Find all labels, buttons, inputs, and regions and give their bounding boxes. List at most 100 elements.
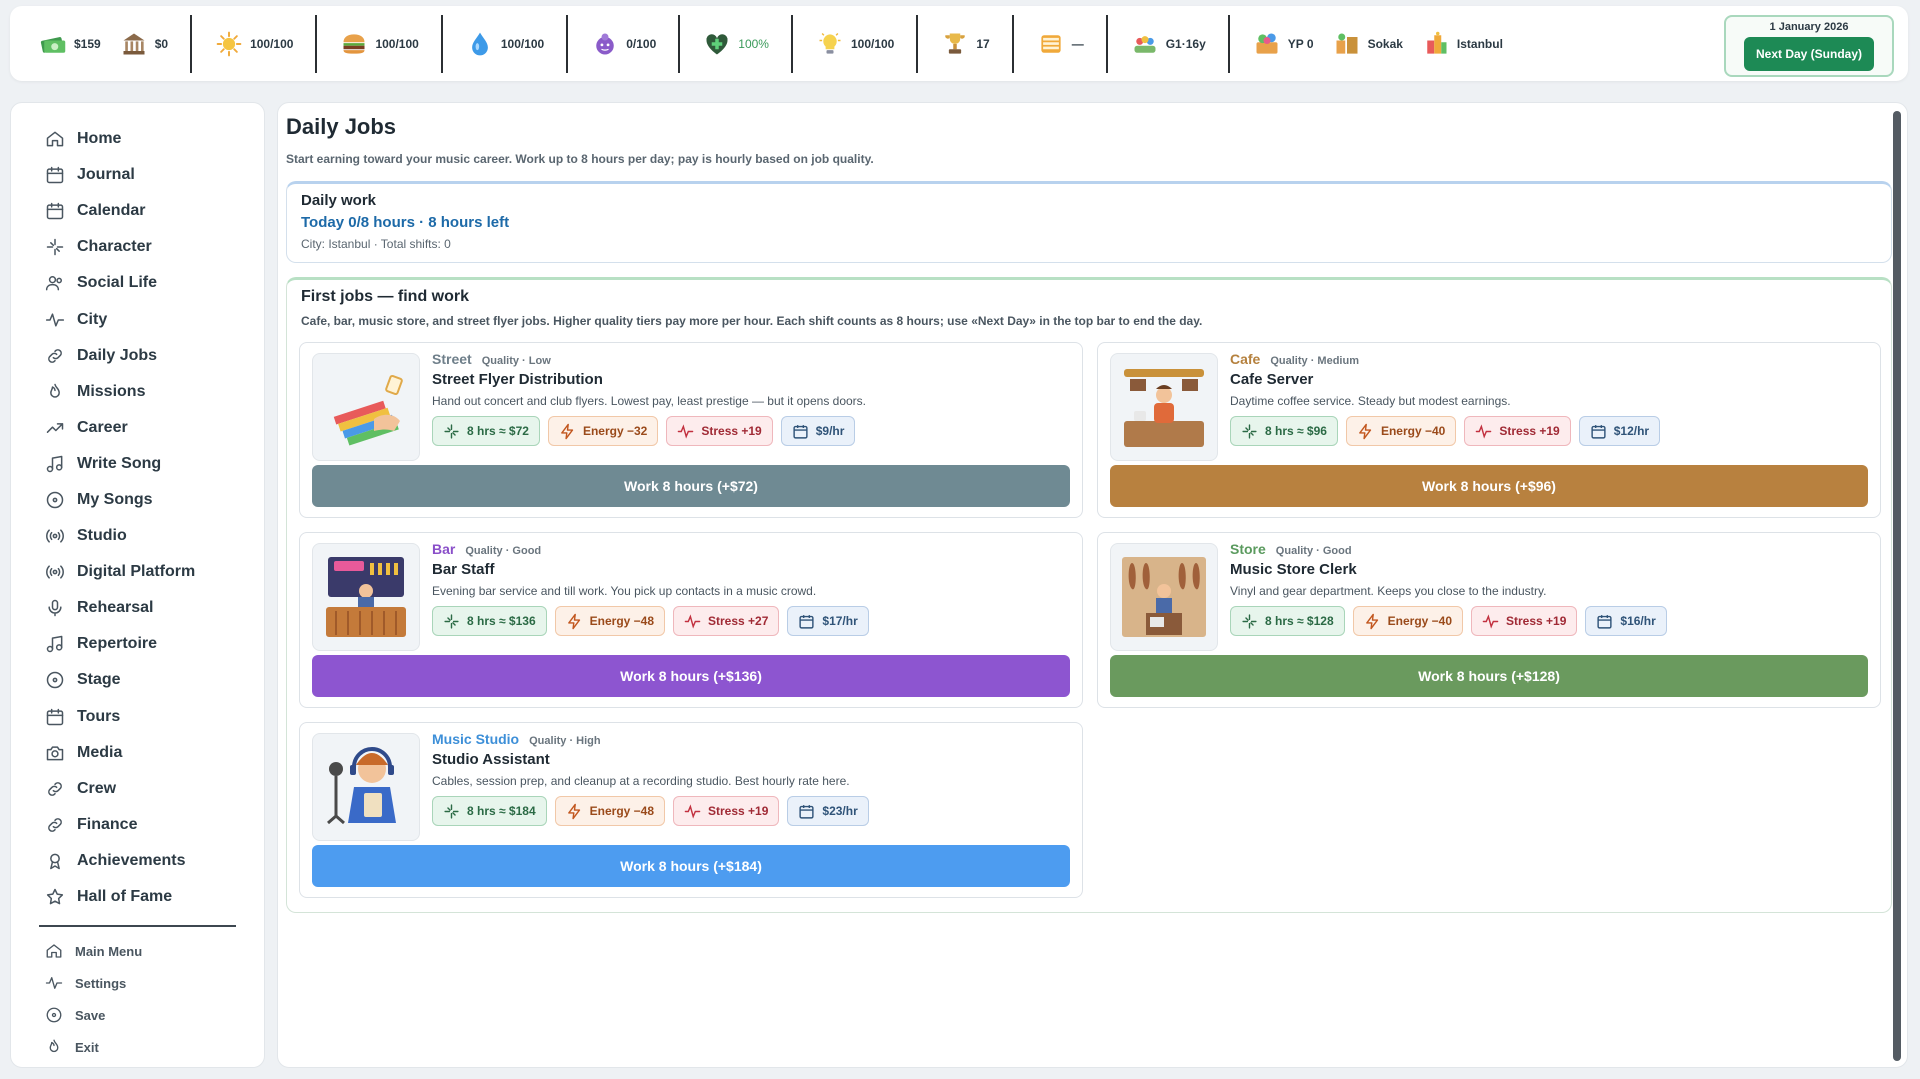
sidebar-item-repertoire[interactable]: Repertoire [25, 626, 250, 662]
scrollbar[interactable] [1893, 111, 1901, 1061]
city-icon [1421, 29, 1451, 59]
jobs-panel: First jobs — find work Cafe, bar, music … [286, 277, 1892, 913]
sidebar-item-tours[interactable]: Tours [25, 699, 250, 735]
rate-value: $9/hr [815, 424, 845, 438]
street-stat: Sokak [1332, 29, 1403, 59]
energy-value: Energy −40 [1387, 614, 1453, 628]
yp-stat: YP 0 [1252, 29, 1314, 59]
stat-value: G1·16y [1165, 36, 1206, 51]
daily-hours-status: Today 0/8 hours · 8 hours left [301, 214, 510, 231]
work-button[interactable]: Work 8 hours (+$128) [1110, 655, 1868, 697]
job-title: Cafe Server [1230, 371, 1314, 388]
sidebar-divider [39, 925, 236, 928]
rate-chip: $9/hr [780, 416, 856, 446]
job-title: Street Flyer Distribution [432, 371, 603, 388]
water-stat: 100/100 [465, 29, 544, 59]
stat-group: 100/100 [317, 14, 443, 73]
mic-icon [45, 598, 65, 618]
health-icon [702, 29, 732, 59]
food-icon [339, 29, 369, 59]
bolt-icon [1357, 423, 1374, 440]
work-button[interactable]: Work 8 hours (+$72) [312, 465, 1070, 507]
music-icon [45, 454, 65, 474]
sidebar-item-journal[interactable]: Journal [25, 157, 250, 193]
sidebar-item-main-menu[interactable]: Main Menu [25, 935, 250, 967]
sidebar-item-label: Main Menu [75, 943, 143, 959]
energy-chip: Energy −48 [554, 796, 666, 826]
sidebar-item-label: Write Song [77, 454, 162, 472]
current-date: 1 January 2026 [1769, 21, 1849, 33]
sidebar-item-stage[interactable]: Stage [25, 662, 250, 698]
energy-value: Energy −40 [1380, 424, 1446, 438]
rate-chip: $16/hr [1585, 606, 1667, 636]
sidebar-item-digital-platform[interactable]: Digital Platform [25, 554, 250, 590]
pulse-icon [684, 803, 701, 820]
sidebar-item-write-song[interactable]: Write Song [25, 446, 250, 482]
energy-chip: Energy −40 [1345, 416, 1457, 446]
sidebar-item-city[interactable]: City [25, 301, 250, 337]
sidebar-item-crew[interactable]: Crew [25, 771, 250, 807]
sidebar-item-calendar[interactable]: Calendar [25, 193, 250, 229]
sidebar-item-label: Social Life [77, 274, 158, 292]
job-quality: Quality · High [529, 735, 601, 747]
work-button[interactable]: Work 8 hours (+$136) [312, 655, 1070, 697]
next-day-button[interactable]: Next Day (Sunday) [1744, 37, 1874, 71]
sidebar-item-daily-jobs[interactable]: Daily Jobs [25, 338, 250, 374]
work-button[interactable]: Work 8 hours (+$184) [312, 845, 1070, 887]
yp-icon [1252, 29, 1282, 59]
sparkle-icon [1241, 613, 1258, 630]
page-title: Daily Jobs [286, 114, 397, 139]
sidebar-item-label: Rehearsal [77, 599, 154, 617]
sidebar-item-label: Daily Jobs [77, 346, 158, 364]
sidebar-item-settings[interactable]: Settings [25, 967, 250, 999]
sidebar-item-studio[interactable]: Studio [25, 518, 250, 554]
job-description: Vinyl and gear department. Keeps you clo… [1230, 584, 1547, 598]
sidebar-item-finance[interactable]: Finance [25, 807, 250, 843]
stat-group: — [1014, 14, 1108, 73]
fame-stat: 17 [940, 29, 990, 59]
sidebar-item-rehearsal[interactable]: Rehearsal [25, 590, 250, 626]
sidebar-item-label: Crew [77, 779, 117, 797]
job-description: Evening bar service and till work. You p… [432, 584, 817, 598]
energy-chip: Energy −32 [547, 416, 659, 446]
pay-value: 8 hrs ≈ $128 [1265, 614, 1334, 628]
stress-chip: Stress +27 [673, 606, 780, 636]
jobs-section-title: First jobs — find work [301, 288, 470, 305]
sidebar-item-label: Missions [77, 382, 146, 400]
group-icon [1130, 29, 1160, 59]
stat-value: — [1071, 36, 1084, 51]
sidebar-item-media[interactable]: Media [25, 735, 250, 771]
job-quality: Quality · Good [465, 545, 542, 557]
album-stat: — [1036, 29, 1084, 59]
job-card-flyer: Street Quality · Low Street Flyer Distri… [299, 342, 1083, 518]
sidebar-item-my-songs[interactable]: My Songs [25, 482, 250, 518]
link-icon [45, 346, 65, 366]
job-title: Bar Staff [432, 561, 495, 578]
job-title: Studio Assistant [432, 751, 550, 768]
job-quality: Quality · Low [481, 355, 551, 367]
sidebar-item-exit[interactable]: Exit [25, 1031, 250, 1063]
sidebar-item-missions[interactable]: Missions [25, 374, 250, 410]
energy-stat: 100/100 [214, 29, 293, 59]
sidebar-item-label: Finance [77, 815, 138, 833]
sidebar-item-label: Calendar [77, 202, 146, 220]
job-thumbnail [312, 353, 420, 461]
stress-icon [590, 29, 620, 59]
sidebar-item-save[interactable]: Save [25, 999, 250, 1031]
sidebar-item-career[interactable]: Career [25, 410, 250, 446]
work-button[interactable]: Work 8 hours (+$96) [1110, 465, 1868, 507]
bolt-icon [566, 613, 583, 630]
sidebar-item-label: Stage [77, 671, 121, 689]
stat-value: $159 [74, 36, 101, 51]
sidebar-item-hall-of-fame[interactable]: Hall of Fame [25, 879, 250, 915]
job-category: Store [1230, 541, 1266, 557]
sidebar-item-character[interactable]: Character [25, 229, 250, 265]
sidebar-item-home[interactable]: Home [25, 121, 250, 157]
stat-group: 17 [918, 14, 1014, 73]
sidebar-item-achievements[interactable]: Achievements [25, 843, 250, 879]
rate-value: $12/hr [1613, 424, 1650, 438]
sidebar-item-label: Media [77, 743, 123, 761]
sidebar-item-social-life[interactable]: Social Life [25, 265, 250, 301]
sparkle-icon [45, 237, 65, 257]
bank-stat: $0 [119, 29, 168, 59]
